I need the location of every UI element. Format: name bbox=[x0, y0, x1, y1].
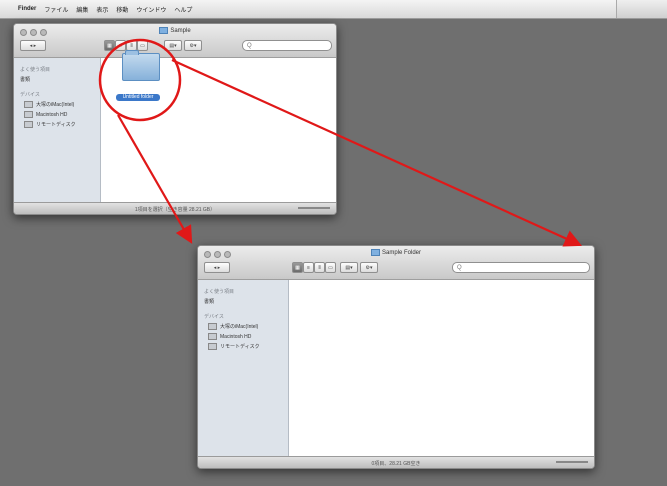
window-2-content bbox=[289, 280, 594, 456]
sidebar-item-imac[interactable]: 大塚のiMac(Intel) bbox=[24, 101, 100, 108]
search-field[interactable]: Q bbox=[242, 40, 332, 51]
action-button[interactable]: ⚙▾ bbox=[360, 262, 378, 273]
menu-finder[interactable]: Finder bbox=[18, 6, 36, 12]
folder-icon bbox=[370, 249, 380, 256]
coverflow-view-button[interactable]: ▭ bbox=[325, 262, 336, 273]
menubar-status-area bbox=[616, 0, 667, 18]
menu-bar: Finder ファイル 編集 表示 移動 ウインドウ ヘルプ bbox=[0, 0, 667, 19]
list-view-button[interactable]: ≡ bbox=[303, 262, 314, 273]
selected-folder-label[interactable]: Untitled folder bbox=[116, 94, 160, 101]
finder-window-2: Sample Folder ◂ ▸ ▦ ≡ ⫴ ▭ ▤▾ ⚙▾ Q よく使う項目… bbox=[197, 245, 595, 469]
menu-go[interactable]: 移動 bbox=[116, 5, 128, 14]
search-icon: Q bbox=[247, 42, 252, 49]
hard-drive-icon bbox=[208, 333, 217, 340]
computer-icon bbox=[24, 101, 33, 108]
menu-edit[interactable]: 編集 bbox=[76, 5, 88, 14]
finder-window-1: Sample ◂ ▸ ▦ ≡ ⫴ ▭ ▤▾ ⚙▾ Q よく使う項目 書類 デバイ… bbox=[13, 23, 337, 215]
menu-view[interactable]: 表示 bbox=[96, 5, 108, 14]
sidebar-header-devices: デバイス bbox=[204, 314, 224, 320]
computer-icon bbox=[208, 323, 217, 330]
window-1-statusbar: 1項目を選択（空き容量 28.21 GB） bbox=[14, 202, 336, 214]
search-icon: Q bbox=[457, 264, 462, 271]
window-1-status-text: 1項目を選択（空き容量 28.21 GB） bbox=[134, 207, 216, 213]
sidebar-item-documents[interactable]: 書類 bbox=[20, 76, 100, 83]
sidebar-item-documents[interactable]: 書類 bbox=[204, 298, 288, 305]
icon-view-button[interactable]: ▦ bbox=[292, 262, 303, 273]
sidebar-item-imac[interactable]: 大塚のiMac(Intel) bbox=[208, 323, 288, 330]
window-2-statusbar: 0項目、28.21 GB空き bbox=[198, 456, 594, 468]
list-view-button[interactable]: ≡ bbox=[115, 40, 126, 51]
arrange-button[interactable]: ▤▾ bbox=[164, 40, 182, 51]
search-field[interactable]: Q bbox=[452, 262, 590, 273]
remote-disc-icon bbox=[24, 121, 33, 128]
sidebar-header-devices: デバイス bbox=[20, 92, 40, 98]
sidebar-header-favorites: よく使う項目 bbox=[204, 289, 235, 295]
icon-size-slider[interactable] bbox=[298, 207, 330, 209]
window-1-sidebar: よく使う項目 書類 デバイス 大塚のiMac(Intel) Macintosh … bbox=[14, 58, 101, 202]
window-2-status-text: 0項目、28.21 GB空き bbox=[371, 461, 421, 467]
sidebar-item-macintosh-hd[interactable]: Macintosh HD bbox=[208, 333, 288, 340]
remote-disc-icon bbox=[208, 343, 217, 350]
window-1-titlebar[interactable]: Sample ◂ ▸ ▦ ≡ ⫴ ▭ ▤▾ ⚙▾ Q bbox=[14, 24, 336, 58]
back-forward-button[interactable]: ◂ ▸ bbox=[20, 40, 46, 51]
icon-view-button[interactable]: ▦ bbox=[104, 40, 115, 51]
window-2-sidebar: よく使う項目 書類 デバイス 大塚のiMac(Intel) Macintosh … bbox=[198, 280, 289, 456]
menu-file[interactable]: ファイル bbox=[44, 5, 68, 14]
column-view-button[interactable]: ⫴ bbox=[314, 262, 325, 273]
sidebar-item-remote-disc[interactable]: リモートディスク bbox=[208, 343, 288, 350]
icon-size-slider[interactable] bbox=[556, 461, 588, 463]
window-2-titlebar[interactable]: Sample Folder ◂ ▸ ▦ ≡ ⫴ ▭ ▤▾ ⚙▾ Q bbox=[198, 246, 594, 280]
menu-window[interactable]: ウインドウ bbox=[136, 5, 166, 14]
folder-icon bbox=[159, 27, 169, 34]
selected-folder-icon[interactable] bbox=[122, 50, 160, 81]
sidebar-item-remote-disc[interactable]: リモートディスク bbox=[24, 121, 100, 128]
action-button[interactable]: ⚙▾ bbox=[184, 40, 202, 51]
window-1-title: Sample bbox=[14, 27, 336, 34]
back-forward-button[interactable]: ◂ ▸ bbox=[204, 262, 230, 273]
menu-help[interactable]: ヘルプ bbox=[174, 5, 192, 14]
sidebar-header-favorites: よく使う項目 bbox=[20, 67, 51, 73]
coverflow-view-button[interactable]: ▭ bbox=[137, 40, 148, 51]
sidebar-item-macintosh-hd[interactable]: Macintosh HD bbox=[24, 111, 100, 118]
hard-drive-icon bbox=[24, 111, 33, 118]
window-2-title: Sample Folder bbox=[198, 249, 594, 256]
arrange-button[interactable]: ▤▾ bbox=[340, 262, 358, 273]
